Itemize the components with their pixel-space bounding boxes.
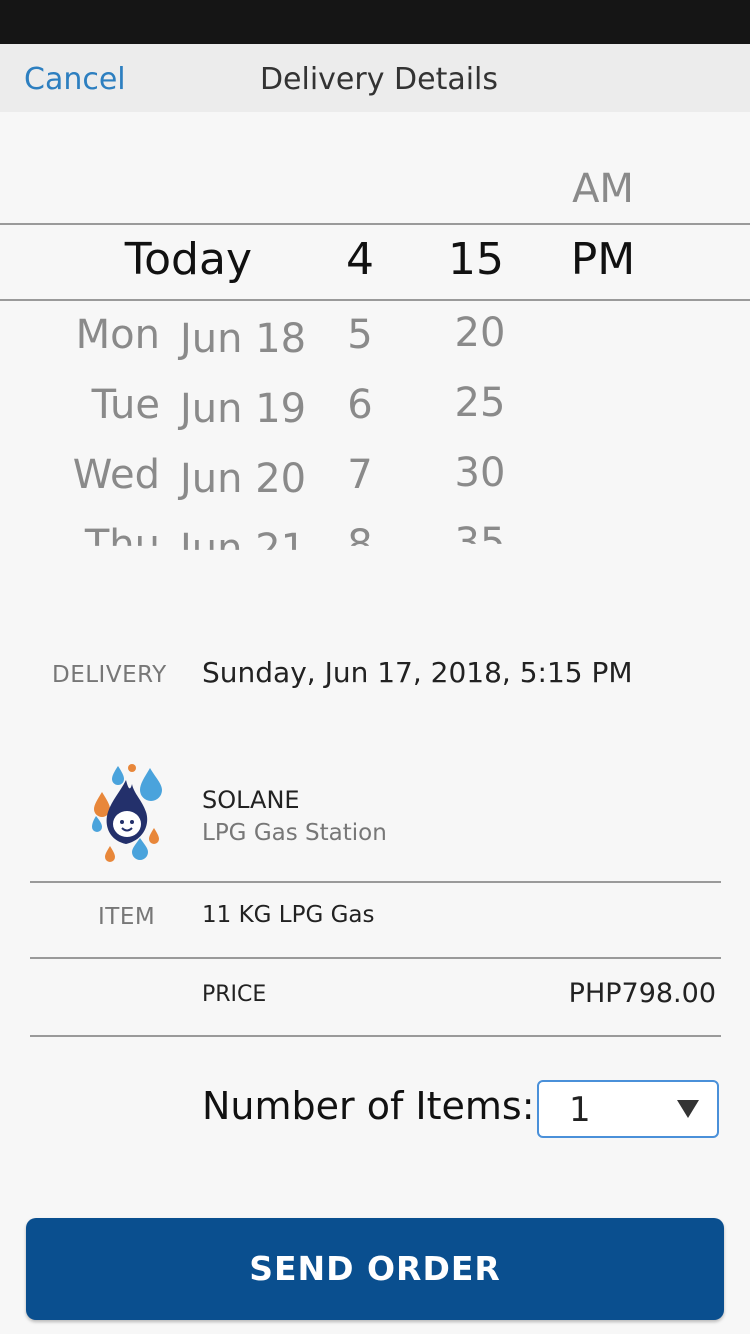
picker-hour[interactable]: 6 bbox=[320, 382, 400, 428]
quantity-select[interactable]: 1 bbox=[537, 1080, 719, 1138]
picker-weekday[interactable]: Mon bbox=[40, 312, 160, 358]
delivery-label: DELIVERY bbox=[52, 662, 167, 688]
send-order-button[interactable]: SEND ORDER bbox=[26, 1218, 724, 1320]
picker-minute-selected[interactable]: 15 bbox=[436, 234, 516, 285]
price-label: PRICE bbox=[202, 982, 267, 1007]
send-order-label: SEND ORDER bbox=[249, 1249, 501, 1288]
picker-minute[interactable]: 35 bbox=[440, 520, 520, 544]
divider bbox=[30, 881, 721, 883]
picker-hour-selected[interactable]: 4 bbox=[320, 234, 400, 285]
picker-selection-bottom-line bbox=[0, 299, 750, 301]
store-subtitle: LPG Gas Station bbox=[202, 820, 387, 846]
picker-minute[interactable]: 20 bbox=[440, 310, 520, 356]
item-label: ITEM bbox=[98, 904, 156, 930]
picker-minute[interactable]: 25 bbox=[440, 380, 520, 426]
picker-weekday[interactable]: Wed bbox=[40, 452, 160, 498]
picker-selection-top-line bbox=[0, 223, 750, 225]
status-bar bbox=[0, 0, 750, 44]
picker-date[interactable]: Jun 19 bbox=[180, 386, 306, 432]
picker-minute[interactable]: 30 bbox=[440, 450, 520, 496]
picker-date[interactable]: Jun 18 bbox=[180, 316, 306, 362]
picker-weekday[interactable]: Tue bbox=[40, 382, 160, 428]
dropdown-arrow-icon bbox=[677, 1100, 699, 1118]
picker-ampm-selected[interactable]: PM bbox=[560, 234, 646, 285]
quantity-label: Number of Items: bbox=[202, 1084, 535, 1128]
quantity-value: 1 bbox=[569, 1090, 591, 1130]
divider bbox=[30, 957, 721, 959]
price-value: PHP798.00 bbox=[568, 978, 716, 1009]
divider bbox=[30, 1035, 721, 1037]
delivery-value: Sunday, Jun 17, 2018, 5:15 PM bbox=[202, 656, 633, 689]
picker-date[interactable]: Jun 20 bbox=[180, 456, 306, 502]
picker-hour[interactable]: 8 bbox=[320, 522, 400, 546]
picker-hour[interactable]: 5 bbox=[320, 312, 400, 358]
date-time-picker[interactable]: AM Today 4 15 PM Mon Jun 18 5 20 Tue Jun… bbox=[0, 112, 750, 572]
navigation-bar: Delivery Details Cancel bbox=[0, 44, 750, 112]
picker-hour[interactable]: 7 bbox=[320, 452, 400, 498]
store-name: SOLANE bbox=[202, 786, 300, 814]
picker-ampm-am[interactable]: AM bbox=[560, 166, 646, 212]
picker-date[interactable]: Jun 21 bbox=[180, 526, 306, 550]
picker-weekday[interactable]: Thu bbox=[40, 522, 160, 546]
picker-day-selected[interactable]: Today bbox=[60, 234, 252, 285]
flame-mascot-icon bbox=[84, 762, 168, 862]
item-value: 11 KG LPG Gas bbox=[202, 902, 375, 928]
cancel-button[interactable]: Cancel bbox=[24, 62, 126, 97]
